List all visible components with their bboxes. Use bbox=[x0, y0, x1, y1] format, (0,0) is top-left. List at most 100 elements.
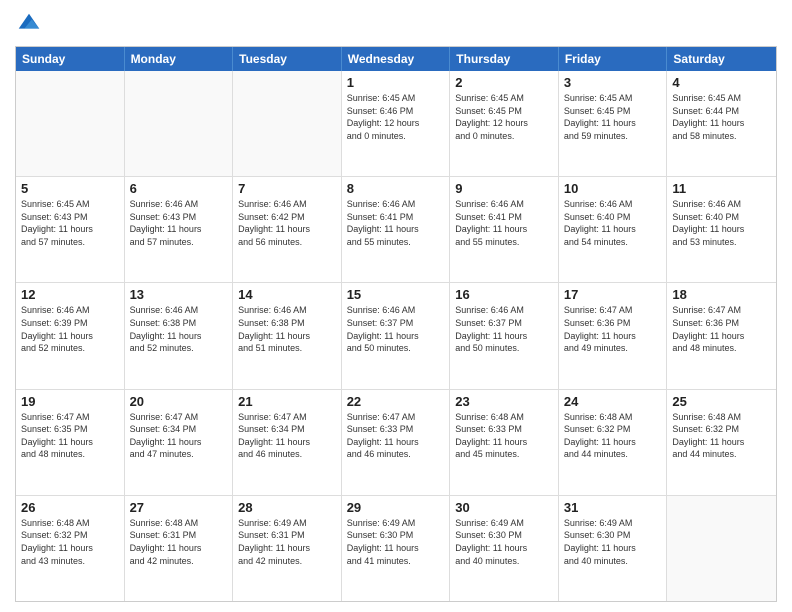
cell-day-number: 10 bbox=[564, 181, 662, 196]
cell-info: Sunrise: 6:45 AM Sunset: 6:46 PM Dayligh… bbox=[347, 92, 445, 142]
cell-day-number: 25 bbox=[672, 394, 771, 409]
calendar-cell bbox=[16, 71, 125, 176]
cell-day-number: 4 bbox=[672, 75, 771, 90]
cell-day-number: 29 bbox=[347, 500, 445, 515]
calendar-cell: 13Sunrise: 6:46 AM Sunset: 6:38 PM Dayli… bbox=[125, 283, 234, 388]
cell-info: Sunrise: 6:49 AM Sunset: 6:30 PM Dayligh… bbox=[347, 517, 445, 567]
cell-day-number: 1 bbox=[347, 75, 445, 90]
calendar-cell: 22 Sunrise: 6:47 AM Sunset: 6:33 PM Dayli… bbox=[342, 390, 451, 495]
calendar-cell: 30Sunrise: 6:49 AM Sunset: 6:30 PM Dayli… bbox=[450, 496, 559, 601]
cell-info: Sunrise: 6:46 AM Sunset: 6:41 PM Dayligh… bbox=[455, 198, 553, 248]
cell-day-number: 24 bbox=[564, 394, 662, 409]
cell-info: Sunrise: 6:47 AM Sunset: 6:34 PM Dayligh… bbox=[238, 411, 336, 461]
cell-info: Sunrise: 6:49 AM Sunset: 6:30 PM Dayligh… bbox=[564, 517, 662, 567]
calendar-cell: 5 Sunrise: 6:45 AM Sunset: 6:43 PM Daylig… bbox=[16, 177, 125, 282]
calendar-row: 1 Sunrise: 6:45 AM Sunset: 6:46 PM Daylig… bbox=[16, 71, 776, 177]
cell-info: Sunrise: 6:48 AM Sunset: 6:32 PM Dayligh… bbox=[564, 411, 662, 461]
calendar: SundayMondayTuesdayWednesdayThursdayFrid… bbox=[15, 46, 777, 602]
calendar-cell: 3Sunrise: 6:45 AM Sunset: 6:45 PM Daylig… bbox=[559, 71, 668, 176]
header bbox=[15, 10, 777, 38]
calendar-cell: 25Sunrise: 6:48 AM Sunset: 6:32 PM Dayli… bbox=[667, 390, 776, 495]
day-header-monday: Monday bbox=[125, 47, 234, 71]
cell-info: Sunrise: 6:47 AM Sunset: 6:36 PM Dayligh… bbox=[672, 304, 771, 354]
cell-info: Sunrise: 6:46 AM Sunset: 6:42 PM Dayligh… bbox=[238, 198, 336, 248]
cell-info: Sunrise: 6:46 AM Sunset: 6:39 PM Dayligh… bbox=[21, 304, 119, 354]
cell-day-number: 5 bbox=[21, 181, 119, 196]
cell-day-number: 6 bbox=[130, 181, 228, 196]
calendar-cell bbox=[667, 496, 776, 601]
cell-day-number: 15 bbox=[347, 287, 445, 302]
cell-info: Sunrise: 6:45 AM Sunset: 6:43 PM Dayligh… bbox=[21, 198, 119, 248]
cell-day-number: 2 bbox=[455, 75, 553, 90]
cell-info: Sunrise: 6:47 AM Sunset: 6:36 PM Dayligh… bbox=[564, 304, 662, 354]
calendar-cell: 28 Sunrise: 6:49 AM Sunset: 6:31 PM Dayli… bbox=[233, 496, 342, 601]
cell-info: Sunrise: 6:46 AM Sunset: 6:38 PM Dayligh… bbox=[238, 304, 336, 354]
cell-day-number: 7 bbox=[238, 181, 336, 196]
cell-info: Sunrise: 6:49 AM Sunset: 6:31 PM Dayligh… bbox=[238, 517, 336, 567]
cell-info: Sunrise: 6:49 AM Sunset: 6:30 PM Dayligh… bbox=[455, 517, 553, 567]
calendar-cell: 27Sunrise: 6:48 AM Sunset: 6:31 PM Dayli… bbox=[125, 496, 234, 601]
calendar-cell: 9 Sunrise: 6:46 AM Sunset: 6:41 PM Daylig… bbox=[450, 177, 559, 282]
calendar-cell: 11 Sunrise: 6:46 AM Sunset: 6:40 PM Dayli… bbox=[667, 177, 776, 282]
day-headers: SundayMondayTuesdayWednesdayThursdayFrid… bbox=[16, 47, 776, 71]
calendar-cell: 18 Sunrise: 6:47 AM Sunset: 6:36 PM Dayli… bbox=[667, 283, 776, 388]
calendar-cell: 10Sunrise: 6:46 AM Sunset: 6:40 PM Dayli… bbox=[559, 177, 668, 282]
calendar-cell: 17 Sunrise: 6:47 AM Sunset: 6:36 PM Dayli… bbox=[559, 283, 668, 388]
cell-day-number: 20 bbox=[130, 394, 228, 409]
calendar-cell: 8 Sunrise: 6:46 AM Sunset: 6:41 PM Daylig… bbox=[342, 177, 451, 282]
calendar-cell: 29 Sunrise: 6:49 AM Sunset: 6:30 PM Dayli… bbox=[342, 496, 451, 601]
cell-info: Sunrise: 6:48 AM Sunset: 6:33 PM Dayligh… bbox=[455, 411, 553, 461]
day-header-thursday: Thursday bbox=[450, 47, 559, 71]
cell-info: Sunrise: 6:48 AM Sunset: 6:32 PM Dayligh… bbox=[21, 517, 119, 567]
page: SundayMondayTuesdayWednesdayThursdayFrid… bbox=[0, 0, 792, 612]
calendar-cell: 26 Sunrise: 6:48 AM Sunset: 6:32 PM Dayli… bbox=[16, 496, 125, 601]
calendar-row: 5 Sunrise: 6:45 AM Sunset: 6:43 PM Daylig… bbox=[16, 177, 776, 283]
calendar-cell: 6 Sunrise: 6:46 AM Sunset: 6:43 PM Daylig… bbox=[125, 177, 234, 282]
cell-day-number: 26 bbox=[21, 500, 119, 515]
day-header-saturday: Saturday bbox=[667, 47, 776, 71]
cell-info: Sunrise: 6:47 AM Sunset: 6:33 PM Dayligh… bbox=[347, 411, 445, 461]
cell-info: Sunrise: 6:45 AM Sunset: 6:45 PM Dayligh… bbox=[455, 92, 553, 142]
cell-info: Sunrise: 6:47 AM Sunset: 6:34 PM Dayligh… bbox=[130, 411, 228, 461]
calendar-cell bbox=[233, 71, 342, 176]
calendar-cell: 1 Sunrise: 6:45 AM Sunset: 6:46 PM Daylig… bbox=[342, 71, 451, 176]
cell-day-number: 9 bbox=[455, 181, 553, 196]
cell-info: Sunrise: 6:46 AM Sunset: 6:37 PM Dayligh… bbox=[347, 304, 445, 354]
cell-day-number: 17 bbox=[564, 287, 662, 302]
day-header-sunday: Sunday bbox=[16, 47, 125, 71]
cell-day-number: 18 bbox=[672, 287, 771, 302]
calendar-cell: 12 Sunrise: 6:46 AM Sunset: 6:39 PM Dayli… bbox=[16, 283, 125, 388]
cell-info: Sunrise: 6:48 AM Sunset: 6:31 PM Dayligh… bbox=[130, 517, 228, 567]
cell-info: Sunrise: 6:46 AM Sunset: 6:41 PM Dayligh… bbox=[347, 198, 445, 248]
cell-info: Sunrise: 6:45 AM Sunset: 6:44 PM Dayligh… bbox=[672, 92, 771, 142]
cell-day-number: 31 bbox=[564, 500, 662, 515]
calendar-cell: 4 Sunrise: 6:45 AM Sunset: 6:44 PM Daylig… bbox=[667, 71, 776, 176]
cell-day-number: 8 bbox=[347, 181, 445, 196]
calendar-cell: 14 Sunrise: 6:46 AM Sunset: 6:38 PM Dayli… bbox=[233, 283, 342, 388]
cell-info: Sunrise: 6:46 AM Sunset: 6:38 PM Dayligh… bbox=[130, 304, 228, 354]
calendar-row: 12 Sunrise: 6:46 AM Sunset: 6:39 PM Dayli… bbox=[16, 283, 776, 389]
cell-day-number: 12 bbox=[21, 287, 119, 302]
cell-day-number: 3 bbox=[564, 75, 662, 90]
calendar-cell: 21Sunrise: 6:47 AM Sunset: 6:34 PM Dayli… bbox=[233, 390, 342, 495]
cell-info: Sunrise: 6:46 AM Sunset: 6:37 PM Dayligh… bbox=[455, 304, 553, 354]
day-header-wednesday: Wednesday bbox=[342, 47, 451, 71]
cell-day-number: 14 bbox=[238, 287, 336, 302]
cell-day-number: 11 bbox=[672, 181, 771, 196]
cell-day-number: 19 bbox=[21, 394, 119, 409]
logo-icon bbox=[15, 10, 43, 38]
cell-day-number: 16 bbox=[455, 287, 553, 302]
calendar-cell bbox=[125, 71, 234, 176]
calendar-cell: 19 Sunrise: 6:47 AM Sunset: 6:35 PM Dayli… bbox=[16, 390, 125, 495]
day-header-tuesday: Tuesday bbox=[233, 47, 342, 71]
calendar-cell: 2 Sunrise: 6:45 AM Sunset: 6:45 PM Daylig… bbox=[450, 71, 559, 176]
cell-day-number: 22 bbox=[347, 394, 445, 409]
cell-day-number: 28 bbox=[238, 500, 336, 515]
cell-info: Sunrise: 6:46 AM Sunset: 6:40 PM Dayligh… bbox=[672, 198, 771, 248]
calendar-cell: 16 Sunrise: 6:46 AM Sunset: 6:37 PM Dayli… bbox=[450, 283, 559, 388]
logo bbox=[15, 10, 47, 38]
calendar-body: 1 Sunrise: 6:45 AM Sunset: 6:46 PM Daylig… bbox=[16, 71, 776, 601]
calendar-row: 19 Sunrise: 6:47 AM Sunset: 6:35 PM Dayli… bbox=[16, 390, 776, 496]
cell-info: Sunrise: 6:46 AM Sunset: 6:43 PM Dayligh… bbox=[130, 198, 228, 248]
cell-info: Sunrise: 6:47 AM Sunset: 6:35 PM Dayligh… bbox=[21, 411, 119, 461]
